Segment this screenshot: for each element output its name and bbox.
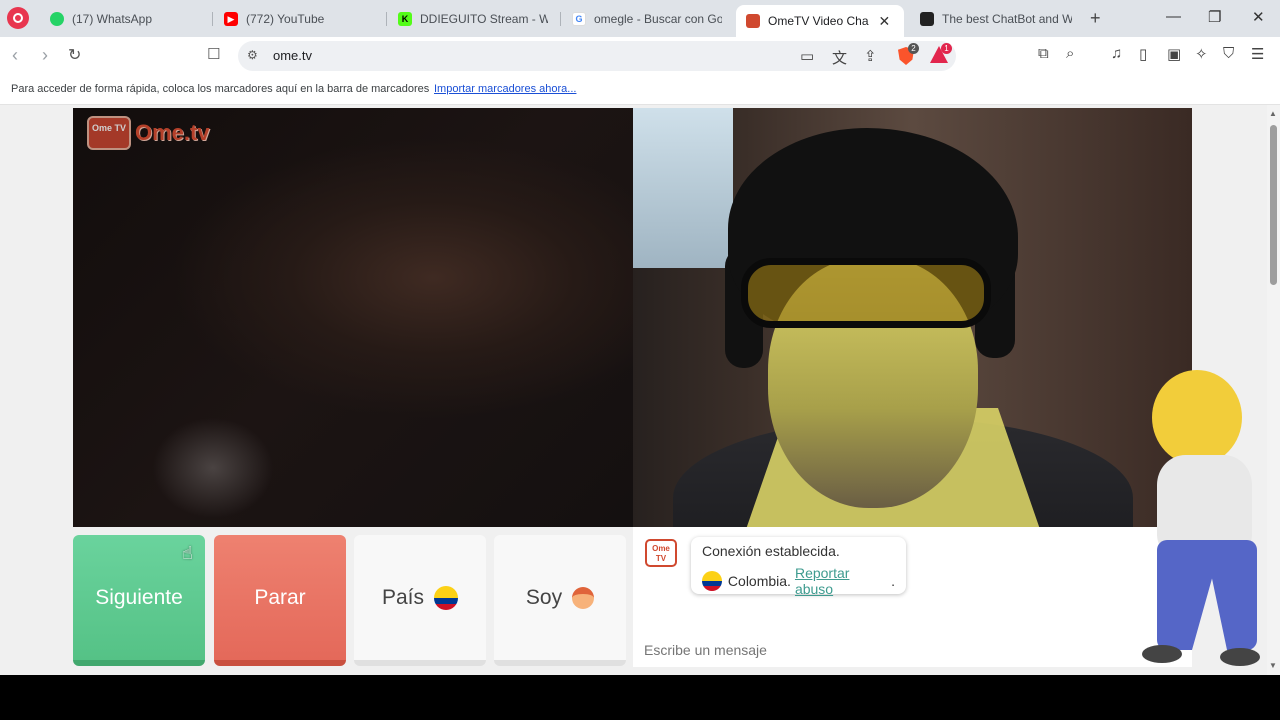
tab-kick-stream[interactable]: K DDIEGUITO Stream - Wat [388,5,558,33]
self-camera-video [633,108,1192,527]
character-shoe-left [1142,645,1182,663]
bookmark-icon[interactable]: ☐ [207,45,220,63]
bookmarks-bar: Para acceder de forma rápida, coloca los… [0,75,1280,105]
tab-search-icon[interactable]: ⌕ [1066,45,1074,62]
chat-message-input[interactable] [633,633,1153,667]
tab-youtube[interactable]: ▶ (772) YouTube [214,5,384,33]
browser-logo-icon[interactable] [7,7,29,29]
hand-cursor-icon: ☝ [182,543,193,563]
vpn-icon[interactable]: ⛉ [1223,45,1234,62]
toolbar: ‹ › ↻ ☐ ⚙ ome.tv ▭ 文 ⇪ 2 1 ⧉ ⌕ ♫ ▯ ▣ ✧ ⛉… [0,37,1280,75]
media-icon[interactable]: ♫ [1111,45,1122,62]
connection-status: Conexión establecida. [702,543,840,559]
close-window-icon[interactable]: ✕ [1252,8,1265,26]
tab-google-search[interactable]: G omegle - Buscar con Goo [562,5,732,33]
colombia-flag-icon [434,585,459,610]
leo-ai-icon[interactable]: ✧ [1195,45,1208,63]
forward-icon[interactable]: › [42,45,48,66]
tab-whatsapp[interactable]: (17) WhatsApp [40,5,210,33]
tv-logo-icon: Ome TV [87,116,131,150]
rewards-count: 1 [941,43,952,54]
dancing-character-sticker [1142,370,1262,670]
address-bar[interactable]: ⚙ ome.tv ▭ 文 ⇪ 2 1 [238,41,956,71]
google-icon: G [572,12,586,26]
person-glasses [741,258,991,328]
bookmarks-hint: Para acceder de forma rápida, coloca los… [11,83,430,95]
character-legs [1157,540,1257,650]
site-info-icon[interactable]: ⚙ [247,48,258,62]
sidebar-icon[interactable]: ▯ [1139,45,1147,63]
import-bookmarks-link[interactable]: Importar marcadores ahora... [434,83,576,95]
tab-chatbot[interactable]: The best ChatBot and Wi [910,5,1082,33]
partner-country: Colombia. [727,573,791,589]
page-scrollbar[interactable]: ▲ ▼ [1267,105,1280,675]
character-head [1152,370,1242,465]
chatbot-icon [920,12,934,26]
tab-separator [560,12,561,26]
tab-ometv[interactable]: OmeTV Video Cha ✕ [736,5,904,37]
back-icon[interactable]: ‹ [12,45,18,66]
url-text[interactable]: ome.tv [273,48,312,63]
translate-icon[interactable]: 文 [832,47,847,68]
chat-ometv-icon: Ome TV [645,539,677,567]
share-icon[interactable]: ⇪ [864,47,877,65]
scroll-up-icon[interactable]: ▲ [1269,109,1277,118]
tab-separator [386,12,387,26]
youtube-icon: ▶ [224,12,238,26]
tab-separator [212,12,213,26]
ometv-logo[interactable]: Ome TV Ome.tv [87,116,210,150]
kick-icon: K [398,12,412,26]
tab-strip: (17) WhatsApp ▶ (772) YouTube K DDIEGUIT… [0,0,1280,37]
minimize-icon[interactable]: — [1166,8,1181,25]
boy-face-icon [572,586,595,609]
gender-label: Soy [525,585,563,609]
report-suffix: . [891,573,895,589]
cast-icon[interactable]: ▭ [800,47,814,65]
next-label: Siguiente [95,585,183,609]
menu-icon[interactable]: ☰ [1251,45,1264,63]
reload-icon[interactable]: ↻ [68,45,81,65]
logo-text: Ome.tv [135,120,210,145]
wallet-icon[interactable]: ▣ [1167,45,1181,63]
stop-label: Parar [254,585,306,609]
page-content: Ome TV Ome.tv Siguiente Parar País Soy O… [0,105,1267,675]
system-message: Conexión establecida. Colombia. Reportar… [691,537,906,597]
stop-button[interactable]: Parar [214,535,346,666]
chat-panel: Ome TV Conexión establecida. Colombia. R… [633,527,1192,667]
colombia-flag-icon [702,571,722,591]
country-label: País [381,585,425,609]
scroll-thumb[interactable] [1270,125,1277,285]
gender-button[interactable]: Soy [494,535,626,666]
browser-window: (17) WhatsApp ▶ (772) YouTube K DDIEGUIT… [0,0,1280,720]
character-shoe-right [1220,648,1260,666]
brave-shields-count: 2 [908,43,919,54]
background-wall [633,108,733,268]
ometv-icon [746,14,760,28]
scroll-down-icon[interactable]: ▼ [1269,661,1277,670]
report-abuse-link[interactable]: Reportar abuso [795,565,891,597]
new-tab-icon[interactable]: + [1090,8,1101,29]
close-tab-icon[interactable]: ✕ [879,13,891,30]
extensions-icon[interactable]: ⧉ [1038,45,1049,62]
stranger-video: Ome TV Ome.tv [73,108,633,527]
whatsapp-icon [50,12,64,26]
country-button[interactable]: País [354,535,486,666]
restore-icon[interactable]: ❐ [1208,8,1221,26]
